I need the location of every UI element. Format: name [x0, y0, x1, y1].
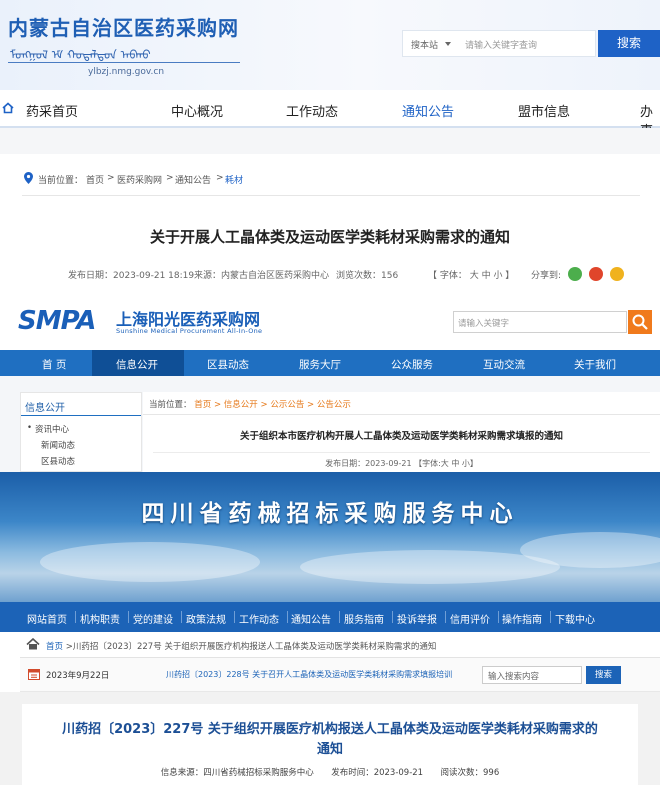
- site-banner: 四川省药械招标采购服务中心: [0, 472, 660, 602]
- nav-item-credit[interactable]: 信用评价: [450, 611, 490, 626]
- breadcrumb-label: 当前位置：: [38, 176, 84, 186]
- breadcrumb-home[interactable]: 首页: [194, 400, 211, 410]
- sidebar-item-news[interactable]: 新闻动态: [41, 439, 75, 451]
- article-meta: 发布日期：2023-09-21 【字体:大 中 小】: [325, 459, 478, 468]
- breadcrumb-current: >川药招〔2023〕227号 关于组织开展医疗机构报送人工晶体类及运动医学类耗材…: [63, 642, 437, 652]
- smpa-logo-en: Sunshine Medical Procurement All-In-One: [116, 327, 263, 335]
- breadcrumb-text: 首页 >川药招〔2023〕227号 关于组织开展医疗机构报送人工晶体类及运动医学…: [46, 640, 436, 652]
- search-placeholder: 输入搜索内容: [488, 672, 540, 682]
- article-source: 来源：内蒙古自治区医药采购中心: [194, 271, 330, 281]
- search-scope-select[interactable]: 搜本站: [411, 38, 438, 51]
- sidebar-item-district[interactable]: 区县动态: [41, 455, 75, 467]
- nav-item-district[interactable]: 区县动态: [207, 357, 249, 372]
- home-icon[interactable]: [2, 102, 14, 114]
- info-bar: 2023年9月22日 川药招〔2023〕228号 关于召开人工晶体类及运动医学类…: [20, 658, 660, 692]
- breadcrumb-notices[interactable]: 通知公告: [175, 173, 211, 186]
- article-panel: 当前位置： 首页 > 信息公开 > 公示公告 > 公告公示 关于组织本市医疗机构…: [143, 392, 660, 472]
- nav-item-home[interactable]: 首 页: [42, 357, 66, 372]
- nav-item-news[interactable]: 工作动态: [239, 611, 279, 626]
- weibo-icon[interactable]: [589, 267, 603, 281]
- title-divider: [153, 452, 650, 453]
- breadcrumb: 首页 >川药招〔2023〕227号 关于组织开展医疗机构报送人工晶体类及运动医学…: [20, 632, 660, 658]
- nav-item-interaction[interactable]: 互动交流: [483, 357, 525, 372]
- nav-item-home[interactable]: 药采首页: [26, 101, 78, 120]
- search-button[interactable]: 搜索: [586, 666, 621, 684]
- font-size-switcher[interactable]: 【 字体： 大 中 小 】: [428, 268, 514, 281]
- article-title: 关于开展人工晶体类及运动医学类耗材采购需求的通知: [149, 228, 510, 246]
- search-box: 搜本站 请输入关键字查询: [402, 30, 596, 57]
- nav-item-cities[interactable]: 盟市信息: [518, 101, 570, 120]
- breadcrumb-home[interactable]: 首页: [86, 173, 104, 186]
- sidebar-divider: [21, 415, 141, 416]
- view-count: 阅读次数：996: [440, 768, 500, 778]
- share-label: 分享到:: [531, 271, 562, 281]
- breadcrumb-divider: [143, 414, 660, 415]
- nav-item-party[interactable]: 党的建设: [133, 611, 173, 626]
- article-source: 信息来源：四川省药械招标采购服务中心: [160, 768, 314, 778]
- publish-time: 发布时间：2023-09-21: [331, 768, 424, 778]
- nav-item-service-hall[interactable]: 服务大厅: [299, 357, 341, 372]
- breadcrumb-home[interactable]: 首页: [46, 642, 63, 652]
- nav-item-complaint[interactable]: 投诉举报: [397, 611, 437, 626]
- search-button[interactable]: 搜索: [598, 30, 660, 57]
- main-nav: 网站首页 机构职责 党的建设 政策法规 工作动态 通知公告 服务指南 投诉举报 …: [0, 602, 660, 632]
- sidebar: 信息公开 • 资讯中心 新闻动态 区县动态: [20, 392, 142, 472]
- current-date: 2023年9月22日: [46, 671, 110, 681]
- home-icon[interactable]: [26, 638, 40, 650]
- nav-item-public[interactable]: 公众服务: [391, 357, 433, 372]
- breadcrumb-announcements[interactable]: 公告公示: [317, 400, 351, 410]
- nav-item-notices[interactable]: 通知公告: [402, 101, 454, 120]
- location-pin-icon: [24, 172, 33, 184]
- nav-item-operation[interactable]: 操作指南: [502, 611, 542, 626]
- main-nav: 首 页 信息公开 区县动态 服务大厅 公众服务 互动交流 关于我们: [0, 350, 660, 376]
- breadcrumb-consumables[interactable]: 耗材: [225, 173, 243, 186]
- sidebar-item-news-center[interactable]: 资讯中心: [35, 423, 69, 435]
- search-icon: [632, 314, 648, 330]
- view-count: 浏览次数：156: [336, 271, 399, 281]
- chevron-down-icon[interactable]: [445, 42, 451, 46]
- nav-item-home[interactable]: 网站首页: [27, 611, 67, 626]
- nav-item-info[interactable]: 信息公开: [116, 357, 158, 372]
- site-logo-title[interactable]: 内蒙古自治区医药采购网: [8, 12, 239, 41]
- qzone-icon[interactable]: [610, 267, 624, 281]
- breadcrumb-label: 当前位置：: [149, 400, 192, 410]
- logo-divider: [8, 62, 240, 63]
- wechat-icon[interactable]: [568, 267, 582, 281]
- breadcrumb: 当前位置： 首页 > 信息公开 > 公示公告 > 公告公示: [149, 400, 351, 410]
- search-input[interactable]: 请输入关键字查询: [465, 38, 537, 51]
- sichuan-page: 四川省药械招标采购服务中心 网站首页 机构职责 党的建设 政策法规 工作动态 通…: [0, 472, 660, 785]
- breadcrumb-info[interactable]: 信息公开: [224, 400, 258, 410]
- publish-date: 发布日期：2023-09-21 18:19: [68, 271, 195, 281]
- breadcrumb-site[interactable]: 医药采购网: [117, 173, 162, 186]
- banner-title: 四川省药械招标采购服务中心: [141, 501, 519, 527]
- scrolling-notice[interactable]: 川药招〔2023〕228号 关于召开人工晶体类及运动医学类耗材采购需求填报培训: [166, 669, 474, 680]
- article-title: 川药招〔2023〕227号 关于组织开展医疗机构报送人工晶体类及运动医学类耗材采…: [62, 722, 598, 757]
- sidebar-bullet-icon: •: [27, 423, 33, 433]
- nav-item-about[interactable]: 中心概况: [171, 101, 223, 120]
- site-url: ylbzj.nmg.gov.cn: [88, 67, 165, 77]
- site-logo-mongolian: ᠮᠣᠩᠭᠣᠯ ᠡᠮ ᠬᠤᠳᠠᠯᠳᠤᠨ ᠠᠪᠬᠤ: [10, 48, 151, 62]
- main-nav: 药采首页 中心概况 工作动态 通知公告 盟市信息 办事: [0, 90, 660, 139]
- search-input[interactable]: 输入搜索内容: [482, 666, 582, 684]
- nav-item-news[interactable]: 工作动态: [286, 101, 338, 120]
- article-title: 关于组织本市医疗机构开展人工晶体类及运动医学类耗材采购需求填报的通知: [239, 431, 563, 442]
- article-meta: 信息来源：四川省药械招标采购服务中心 发布时间：2023-09-21 阅读次数：…: [0, 766, 660, 778]
- nav-item-downloads[interactable]: 下载中心: [555, 611, 595, 626]
- nav-item-policy[interactable]: 政策法规: [186, 611, 226, 626]
- breadcrumb: 当前位置： 首页 > 医药采购网 > 通知公告 > 耗材: [22, 164, 640, 196]
- sidebar-title: 信息公开: [25, 403, 65, 414]
- search-placeholder: 请输入关键字: [458, 319, 510, 329]
- nav-item-notices[interactable]: 通知公告: [291, 611, 331, 626]
- calendar-icon: [28, 669, 40, 680]
- nav-item-guide[interactable]: 服务指南: [344, 611, 384, 626]
- spacer-band: [0, 128, 660, 154]
- shanghai-page: SMPA 上海阳光医药采购网 Sunshine Medical Procurem…: [0, 296, 660, 472]
- nav-item-about[interactable]: 关于我们: [574, 357, 616, 372]
- smpa-logo[interactable]: SMPA: [18, 306, 96, 336]
- inner-mongolia-page: 内蒙古自治区医药采购网 ᠮᠣᠩᠭᠣᠯ ᠡᠮ ᠬᠤᠳᠠᠯᠳᠤᠨ ᠠᠪᠬᠤ ylbz…: [0, 0, 660, 296]
- nav-item-duties[interactable]: 机构职责: [80, 611, 120, 626]
- search-input[interactable]: 请输入关键字: [453, 311, 627, 333]
- search-button[interactable]: [628, 310, 652, 334]
- breadcrumb-public-notice[interactable]: 公示公告: [270, 400, 304, 410]
